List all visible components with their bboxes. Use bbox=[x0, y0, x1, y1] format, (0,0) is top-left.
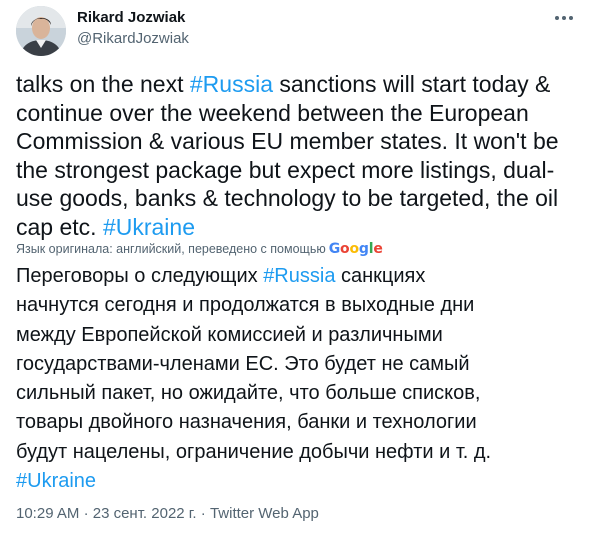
google-logo-letter: e bbox=[373, 241, 383, 257]
tweet-text-original: talks on the next #Russia sanctions will… bbox=[16, 70, 581, 241]
translated-text-segment: начнутся сегодня и продолжатся в выходны… bbox=[16, 294, 475, 317]
meta-separator-2: · bbox=[200, 505, 206, 522]
more-horizontal-icon bbox=[555, 16, 573, 20]
meta-separator: · bbox=[83, 505, 89, 522]
translated-text-line: сильный пакет, но ожидайте, что больше с… bbox=[16, 379, 581, 408]
hashtag-link[interactable]: #Russia bbox=[263, 265, 335, 287]
translated-text-segment: товары двойного назначения, банки и техн… bbox=[16, 411, 477, 434]
translation-notice: Язык оригинала: английский, переведено с… bbox=[16, 241, 383, 257]
translated-text-line: будут нацелены, ограничение добычи нефти… bbox=[16, 438, 581, 467]
original-text-line: continue over the weekend between the Eu… bbox=[16, 99, 581, 128]
author-name[interactable]: Rikard Jozwiak bbox=[77, 8, 185, 27]
original-text-segment: sanctions will start today & bbox=[273, 71, 551, 97]
translated-text-segment: Переговоры о следующих bbox=[16, 265, 264, 287]
original-text-line: cap etc. #Ukraine bbox=[16, 213, 581, 242]
avatar-image bbox=[16, 6, 66, 56]
hashtag-link[interactable]: #Ukraine bbox=[103, 214, 195, 240]
original-text-segment: Commission & various EU member states. I… bbox=[16, 128, 559, 154]
tweet-date: 23 сент. 2022 г. bbox=[92, 505, 197, 522]
google-logo[interactable]: Google bbox=[329, 241, 383, 257]
tweet-timestamp-link[interactable]: 10:29 AM · 23 сент. 2022 г. bbox=[16, 505, 197, 522]
original-text-segment: use goods, banks & technology to be targ… bbox=[16, 185, 559, 211]
original-text-line: use goods, banks & technology to be targ… bbox=[16, 184, 581, 213]
google-logo-letter: G bbox=[328, 241, 341, 257]
tweet-meta: 10:29 AM · 23 сент. 2022 г. · Twitter We… bbox=[16, 504, 319, 523]
tweet: Rikard Jozwiak @RikardJozwiak talks on t… bbox=[0, 0, 593, 533]
google-logo-letter: g bbox=[358, 241, 369, 257]
original-text-segment: the strongest package but expect more li… bbox=[16, 156, 555, 183]
translated-text-segment: между Европейской комиссией и различными bbox=[16, 323, 443, 346]
translated-text-segment: будут нацелены, ограничение добычи нефти… bbox=[16, 440, 492, 463]
translated-text-line: товары двойного назначения, банки и техн… bbox=[16, 408, 581, 437]
translated-text-line: начнутся сегодня и продолжатся в выходны… bbox=[16, 291, 581, 320]
hashtag-link[interactable]: #Russia bbox=[190, 71, 273, 97]
translated-text-segment: сильный пакет, но ожидайте, что больше с… bbox=[16, 382, 481, 405]
translated-text-line: Переговоры о следующих #Russia санкциях bbox=[16, 262, 581, 291]
translated-text-segment: санкциях bbox=[335, 265, 426, 287]
translation-notice-label: Язык оригинала: английский, переведено с… bbox=[16, 242, 326, 256]
original-text-segment: talks on the next bbox=[16, 71, 190, 97]
author-handle[interactable]: @RikardJozwiak bbox=[77, 29, 189, 48]
original-text-segment: continue over the weekend between the Eu… bbox=[16, 99, 529, 126]
translated-text-line: между Европейской комиссией и различными bbox=[16, 321, 581, 350]
translated-text-line: государствами-членами ЕС. Это будет не с… bbox=[16, 350, 581, 379]
avatar[interactable] bbox=[16, 6, 66, 56]
original-text-segment: cap etc. bbox=[16, 213, 103, 240]
original-text-line: the strongest package but expect more li… bbox=[16, 156, 581, 185]
translated-text-line: #Ukraine bbox=[16, 467, 581, 496]
hashtag-link[interactable]: #Ukraine bbox=[16, 470, 96, 492]
google-logo-letter: o bbox=[349, 241, 359, 257]
original-text-line: Commission & various EU member states. I… bbox=[16, 127, 581, 156]
tweet-text-translated: Переговоры о следующих #Russia санкциях н… bbox=[16, 262, 581, 496]
translated-text-segment: государствами-членами ЕС. Это будет не с… bbox=[16, 352, 470, 375]
tweet-time: 10:29 AM bbox=[16, 505, 80, 522]
more-options-button[interactable] bbox=[549, 8, 579, 28]
tweet-source-link[interactable]: Twitter Web App bbox=[210, 505, 319, 522]
original-text-line: talks on the next #Russia sanctions will… bbox=[16, 70, 581, 99]
